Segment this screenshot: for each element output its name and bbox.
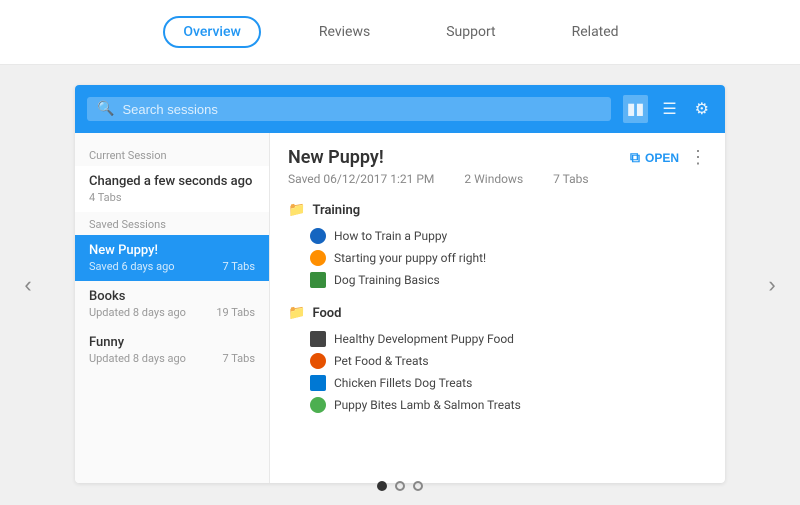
grid-view-button[interactable]: ▮▮: [623, 95, 649, 123]
session-meta-books: Updated 8 days ago: [89, 306, 186, 319]
tab-label-t3: Dog Training Basics: [334, 273, 440, 287]
search-icon: 🔍: [97, 101, 114, 117]
session-tabs-funny: 7 Tabs: [223, 352, 256, 365]
content-meta: Saved 06/12/2017 1:21 PM 2 Windows 7 Tab…: [288, 172, 707, 186]
category-header-food: 📁 Food: [288, 305, 707, 321]
open-session-button[interactable]: ⧉ OPEN: [630, 149, 679, 166]
panel-header: 🔍 ▮▮ ☰ ⚙: [75, 85, 725, 133]
session-tabs-books: 19 Tabs: [216, 306, 255, 319]
session-name-books: Books: [89, 289, 125, 304]
nav-item-related[interactable]: Related: [554, 18, 637, 46]
main-content: ‹ 🔍 ▮▮ ☰ ⚙ Current Session Changed a few…: [0, 65, 800, 505]
tab-favicon-f1: [310, 331, 326, 347]
session-title: New Puppy!: [288, 147, 384, 168]
tab-item-f3[interactable]: Chicken Fillets Dog Treats: [288, 372, 707, 394]
tab-label-f1: Healthy Development Puppy Food: [334, 332, 514, 346]
session-meta-new-puppy: Saved 6 days ago: [89, 260, 175, 273]
settings-button[interactable]: ⚙: [691, 95, 713, 123]
saved-sessions-label: Saved Sessions: [75, 212, 269, 235]
current-session-meta: 4 Tabs: [89, 191, 255, 204]
nav-item-overview[interactable]: Overview: [163, 16, 260, 48]
panel-body: Current Session Changed a few seconds ag…: [75, 133, 725, 483]
tab-item-f4[interactable]: Puppy Bites Lamb & Salmon Treats: [288, 394, 707, 416]
saved-session-funny[interactable]: Funny Updated 8 days ago 7 Tabs: [75, 327, 269, 373]
session-manager-panel: 🔍 ▮▮ ☰ ⚙ Current Session Changed a few s…: [75, 85, 725, 483]
tab-item-t1[interactable]: How to Train a Puppy: [288, 225, 707, 247]
list-view-button[interactable]: ☰: [658, 95, 680, 123]
open-button-wrap: ⧉ OPEN ⋮: [630, 147, 707, 168]
content-area: New Puppy! ⧉ OPEN ⋮ Saved 06/12/2017 1:2…: [270, 133, 725, 483]
tab-favicon-f4: [310, 397, 326, 413]
tab-item-t3[interactable]: Dog Training Basics: [288, 269, 707, 291]
tab-favicon-t2: [310, 250, 326, 266]
nav-item-reviews[interactable]: Reviews: [301, 18, 388, 46]
pagination-dot-1[interactable]: [377, 481, 387, 491]
tabs-total: 7 Tabs: [553, 172, 588, 186]
pagination-dots: [377, 481, 423, 491]
tab-label-f4: Puppy Bites Lamb & Salmon Treats: [334, 398, 521, 412]
header-actions: ▮▮ ☰ ⚙: [623, 95, 713, 123]
session-name-funny: Funny: [89, 335, 124, 350]
saved-session-books[interactable]: Books Updated 8 days ago 19 Tabs: [75, 281, 269, 327]
tab-label-t1: How to Train a Puppy: [334, 229, 447, 243]
tab-item-t2[interactable]: Starting your puppy off right!: [288, 247, 707, 269]
session-name-new-puppy: New Puppy!: [89, 243, 158, 258]
tab-favicon-f3: [310, 375, 326, 391]
top-navigation: Overview Reviews Support Related: [0, 0, 800, 65]
current-session-label: Current Session: [75, 143, 269, 166]
open-label: OPEN: [645, 151, 679, 165]
open-icon: ⧉: [630, 149, 640, 166]
tab-item-f1[interactable]: Healthy Development Puppy Food: [288, 328, 707, 350]
tab-favicon-f2: [310, 353, 326, 369]
more-options-button[interactable]: ⋮: [689, 147, 707, 168]
tab-favicon-t1: [310, 228, 326, 244]
current-session-name: Changed a few seconds ago: [89, 174, 255, 189]
nav-item-support[interactable]: Support: [428, 18, 513, 46]
saved-date: Saved 06/12/2017 1:21 PM: [288, 172, 434, 186]
session-tabs-new-puppy: 7 Tabs: [223, 260, 256, 273]
category-food: 📁 Food Healthy Development Puppy Food Pe…: [288, 305, 707, 416]
search-input[interactable]: [122, 102, 600, 117]
tab-label-t2: Starting your puppy off right!: [334, 251, 486, 265]
category-training: 📁 Training How to Train a Puppy Starting…: [288, 202, 707, 291]
content-header: New Puppy! ⧉ OPEN ⋮: [288, 147, 707, 168]
sidebar: Current Session Changed a few seconds ag…: [75, 133, 270, 483]
folder-icon-training: 📁: [288, 202, 305, 218]
saved-session-new-puppy[interactable]: New Puppy! Saved 6 days ago 7 Tabs: [75, 235, 269, 281]
folder-icon-food: 📁: [288, 305, 305, 321]
tab-label-f2: Pet Food & Treats: [334, 354, 429, 368]
session-meta-funny: Updated 8 days ago: [89, 352, 186, 365]
next-arrow-button[interactable]: ›: [754, 267, 790, 303]
current-session-item[interactable]: Changed a few seconds ago 4 Tabs: [75, 166, 269, 212]
search-box[interactable]: 🔍: [87, 97, 611, 121]
tab-item-f2[interactable]: Pet Food & Treats: [288, 350, 707, 372]
prev-arrow-button[interactable]: ‹: [10, 267, 46, 303]
category-header-training: 📁 Training: [288, 202, 707, 218]
tab-label-f3: Chicken Fillets Dog Treats: [334, 376, 472, 390]
windows-count: 2 Windows: [464, 172, 523, 186]
category-name-training: Training: [312, 203, 360, 218]
pagination-dot-2[interactable]: [395, 481, 405, 491]
pagination-dot-3[interactable]: [413, 481, 423, 491]
tab-favicon-t3: [310, 272, 326, 288]
category-name-food: Food: [312, 306, 341, 321]
